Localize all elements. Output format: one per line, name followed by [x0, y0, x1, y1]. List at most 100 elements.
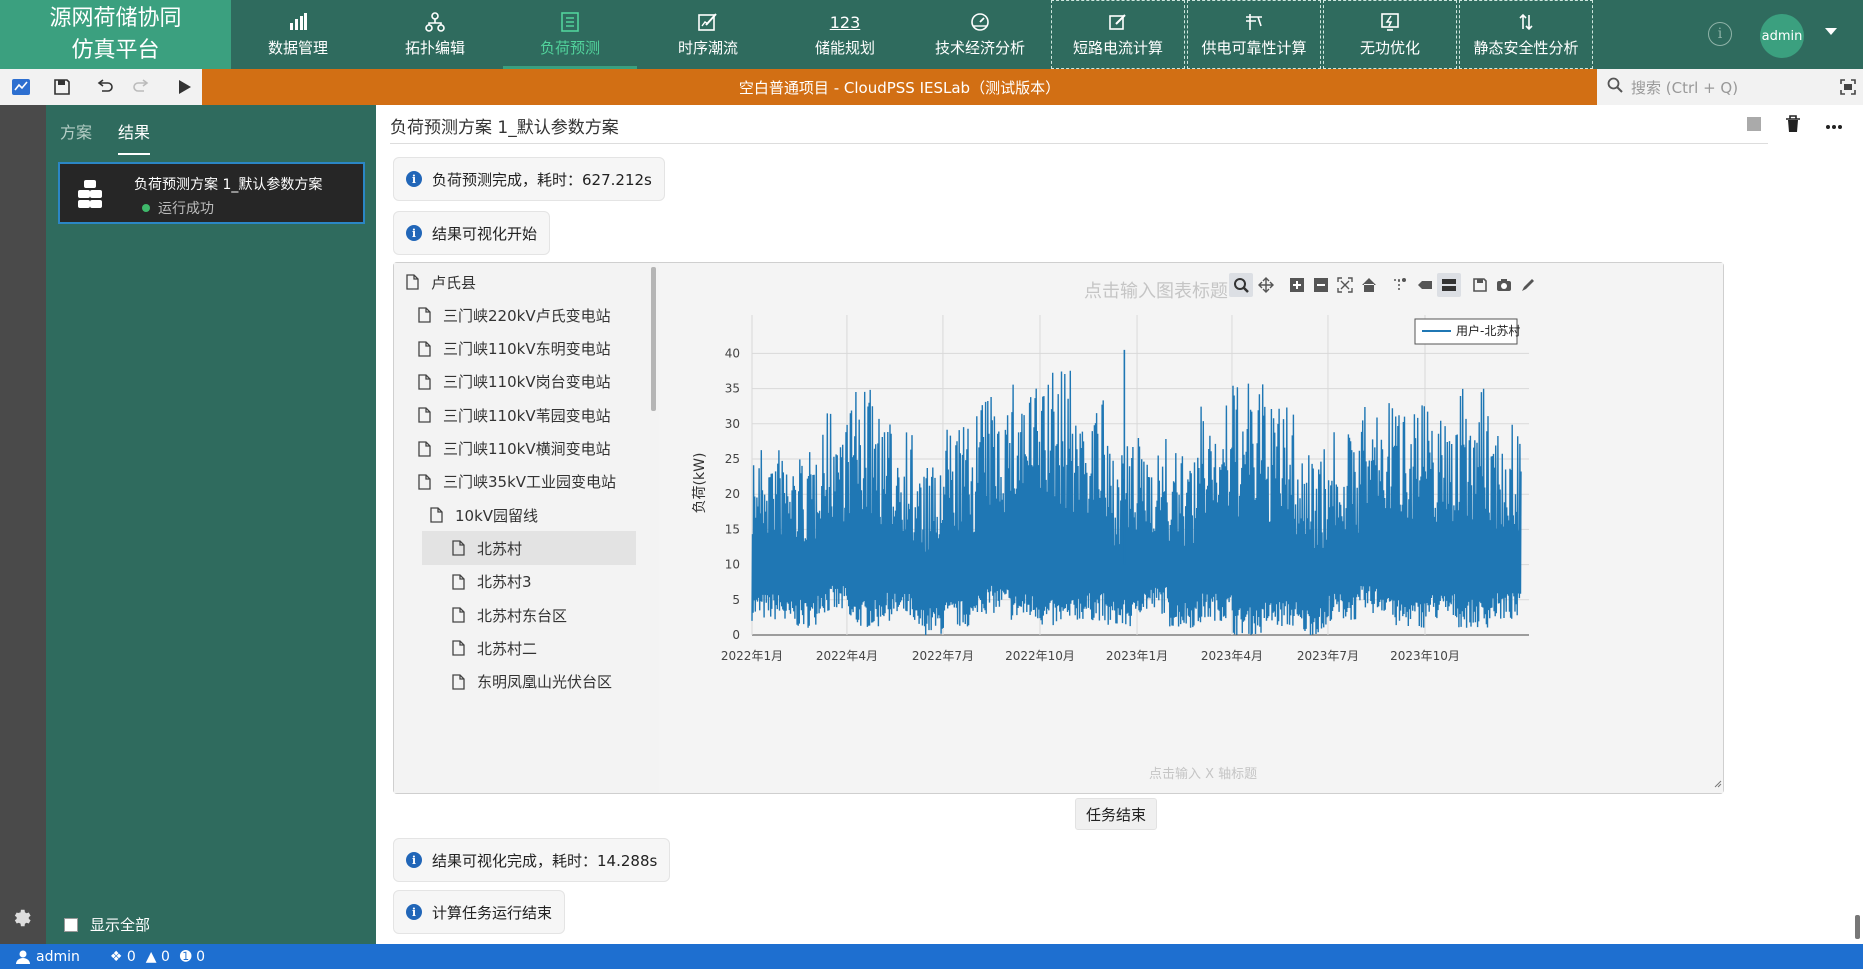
tree-node[interactable]: 三门峡220kV卢氏变电站 [394, 298, 649, 332]
updown-arrows-icon [1515, 11, 1537, 33]
tree-node-label: 10kV园留线 [455, 506, 539, 525]
nav-topology-edit[interactable]: 拓扑编辑 [368, 0, 502, 69]
tree-node-label: 三门峡35kV工业园变电站 [443, 473, 617, 492]
more-icon[interactable] [1825, 118, 1843, 134]
header-actions [1747, 115, 1843, 137]
nav-tech-economic-analysis[interactable]: 技术经济分析 [913, 0, 1047, 69]
trash-icon[interactable] [1785, 115, 1801, 137]
info-icon[interactable]: i [1708, 22, 1732, 46]
save-icon[interactable] [51, 76, 73, 98]
nav-short-circuit-calc[interactable]: 短路电流计算 [1051, 0, 1185, 69]
show-all-label: 显示全部 [90, 916, 151, 934]
main-scrollbar[interactable] [1855, 915, 1860, 939]
x-tick-label: 2022年4月 [816, 649, 878, 663]
main-content: 负荷预测方案 1_默认参数方案 i 负荷预测完成，耗时：627.212s i 结… [376, 105, 1863, 944]
tree-node[interactable]: 三门峡110kV东明变电站 [394, 332, 649, 366]
chevron-down-icon[interactable] [1825, 28, 1837, 35]
stop-icon[interactable] [1747, 117, 1761, 135]
y-tick-label: 10 [725, 558, 740, 572]
tree-node-label: 卢氏县 [431, 273, 477, 292]
file-icon [452, 540, 465, 557]
app-brand: 源网荷储协同 仿真平台 [0, 0, 231, 69]
tree-node[interactable]: 三门峡110kV横涧变电站 [394, 432, 649, 466]
tree-node[interactable]: 三门峡35kV工业园变电站 [394, 465, 649, 499]
task-end-button[interactable]: 任务结束 [1075, 798, 1158, 830]
file-icon [418, 407, 431, 423]
x-axis-title-placeholder[interactable]: 点击输入 X 轴标题 [1149, 763, 1257, 782]
tree-node[interactable]: 三门峡110kV苇园变电站 [394, 398, 649, 432]
x-tick-label: 2022年7月 [912, 649, 974, 663]
status-username: admin [36, 948, 80, 965]
edit-square-icon [1107, 11, 1129, 33]
user-icon [16, 950, 30, 964]
y-tick-label: 0 [732, 628, 740, 642]
activity-rail [0, 105, 46, 944]
error-count: ❖ 0 [109, 948, 136, 965]
search-box[interactable]: 搜索 (Ctrl + Q) [1597, 69, 1833, 105]
tree-node[interactable]: 北苏村二 [394, 631, 649, 665]
gear-icon[interactable] [11, 907, 35, 931]
nav-label: 静态安全性分析 [1473, 39, 1579, 57]
x-tick-label: 2023年7月 [1297, 649, 1359, 663]
run-play-icon[interactable] [173, 76, 195, 98]
app-logo-icon[interactable] [10, 76, 32, 98]
show-all-toggle[interactable]: 显示全部 [64, 914, 150, 935]
tree-scrollbar[interactable] [651, 267, 656, 411]
log-message: i 结果可视化完成，耗时：14.288s [393, 838, 671, 882]
tree-node-label: 北苏村东台区 [477, 606, 568, 625]
tree-node[interactable]: 三门峡110kV岗台变电站 [394, 365, 649, 399]
y-tick-label: 25 [725, 452, 740, 466]
x-tick-label: 2022年1月 [721, 649, 783, 663]
file-icon [418, 374, 431, 390]
nav-label: 供电可靠性计算 [1201, 39, 1307, 57]
redo-icon[interactable] [130, 76, 152, 98]
tree-node-label: 三门峡110kV岗台变电站 [443, 373, 611, 392]
tree-node-label: 北苏村3 [477, 573, 532, 592]
nav-reliability-calc[interactable]: 供电可靠性计算 [1187, 0, 1321, 69]
status-dot [142, 204, 150, 212]
file-icon [418, 307, 431, 323]
results-sidebar: 方案 结果 负荷预测方案 1_默认参数方案 运行成功 显示全部 [46, 105, 376, 944]
sidebar-tabs: 方案 结果 [60, 119, 151, 155]
tree-node[interactable]: 东明凤凰山光伏台区 [394, 665, 649, 699]
fullscreen-icon[interactable] [1833, 69, 1863, 105]
result-visualization-panel: 卢氏县三门峡220kV卢氏变电站 三门峡110kV东明变电站三门峡110kV岗台变… [393, 262, 1724, 794]
run-result-card[interactable]: 负荷预测方案 1_默认参数方案 运行成功 [58, 162, 365, 224]
nav-reactive-optimization[interactable]: 无功优化 [1323, 0, 1457, 69]
status-user[interactable]: admin [16, 949, 80, 965]
nav-load-forecast[interactable]: 负荷预测 [503, 0, 637, 69]
tree-node[interactable]: 北苏村3 [394, 565, 649, 599]
load-chart[interactable]: 0 5 10 15 20 25 30 35 40 2022年1月 2022年4月 2022年7月 202… [659, 263, 1723, 793]
edit-flow-icon [697, 11, 719, 33]
user-avatar[interactable]: admin [1760, 14, 1804, 58]
problem-counts[interactable]: ❖ 0 ▲ 0 ➊ 0 [110, 949, 205, 965]
tab-scheme[interactable]: 方案 [60, 119, 92, 155]
run-title: 负荷预测方案 1_默认参数方案 [134, 177, 323, 193]
power-icon [1379, 11, 1401, 33]
show-all-checkbox[interactable] [64, 917, 78, 932]
warning-count: ▲ 0 [145, 948, 170, 965]
tree-node[interactable]: 北苏村东台区 [394, 598, 649, 632]
nav-static-security-analysis[interactable]: 静态安全性分析 [1459, 0, 1593, 69]
tab-results[interactable]: 结果 [118, 119, 151, 155]
undo-icon[interactable] [94, 76, 116, 98]
y-tick-label: 20 [725, 487, 740, 501]
tree-node-label: 东明凤凰山光伏台区 [477, 673, 613, 692]
nav-timeseries-flow[interactable]: 时序潮流 [641, 0, 775, 69]
info-icon: i [406, 225, 422, 241]
quick-toolbar [0, 69, 202, 105]
log-text: 结果可视化完成，耗时：14.288s [432, 851, 658, 870]
tree-node[interactable]: 卢氏县 [394, 265, 649, 299]
page-title: 负荷预测方案 1_默认参数方案 [390, 118, 619, 138]
brand-line-1: 源网荷储协同 [49, 5, 182, 31]
nav-label: 储能规划 [814, 39, 875, 57]
run-status-text: 运行成功 [158, 201, 214, 217]
nav-data-management[interactable]: 数据管理 [231, 0, 365, 69]
info-icon: i [406, 904, 422, 920]
nav-storage-planning[interactable]: 123 储能规划 [778, 0, 912, 69]
pole-icon [1243, 11, 1265, 33]
tree-node[interactable]: 10kV园留线 [394, 498, 649, 532]
search-input[interactable]: 搜索 (Ctrl + Q) [1631, 77, 1738, 98]
chart-area: 点击输入图表标题 0 5 10 15 20 25 30 35 40 2022年1月 2022年4月 2… [659, 263, 1723, 793]
tree-node[interactable]: 北苏村 [422, 531, 636, 566]
